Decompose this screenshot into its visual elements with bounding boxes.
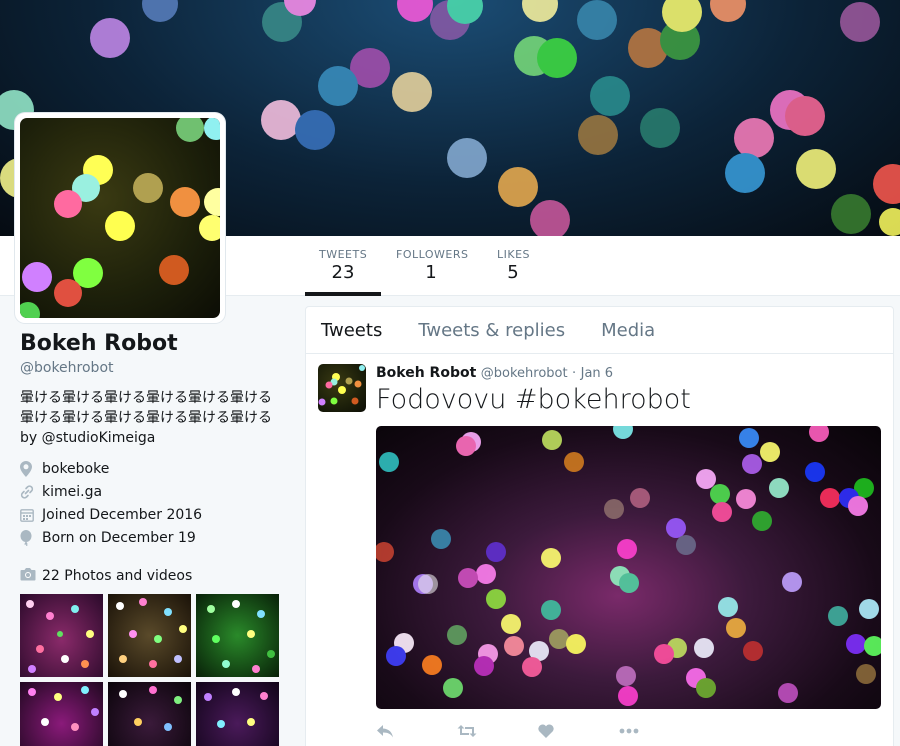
photos-label: 22 Photos and videos: [42, 568, 193, 584]
photos-header[interactable]: 22 Photos and videos: [20, 567, 192, 585]
tweet-separator: ·: [572, 366, 577, 381]
profile-joined: Joined December 2016: [20, 505, 290, 525]
calendar-icon: [20, 505, 42, 525]
location-text: bokeboke: [42, 461, 110, 477]
nav-stat-label: FOLLOWERS: [396, 248, 469, 261]
url-link[interactable]: kimei.ga: [42, 484, 102, 500]
profile-location: bokeboke: [20, 459, 290, 479]
tab-tweets[interactable]: Tweets: [321, 320, 382, 341]
tab-tweets-replies[interactable]: Tweets & replies: [418, 320, 565, 341]
nav-stat-followers[interactable]: FOLLOWERS 1: [382, 236, 480, 296]
born-text: Born on December 19: [42, 530, 196, 546]
joined-text: Joined December 2016: [42, 507, 203, 523]
photo-thumbnail[interactable]: [196, 594, 279, 677]
profile-born: Born on December 19: [20, 528, 290, 548]
tweet-author-handle[interactable]: @bokehrobot: [481, 366, 568, 381]
nav-stat-value: 5: [507, 262, 519, 283]
nav-stat-label: LIKES: [497, 248, 531, 261]
photo-thumbnail[interactable]: [196, 682, 279, 746]
nav-stat-value: 23: [331, 262, 355, 283]
profile-info: Bokeh Robot @bokehrobot 暈ける暈ける暈ける暈ける暈ける暈…: [20, 330, 290, 551]
tweet[interactable]: Bokeh Robot @bokehrobot · Jan 6 Fodovovu…: [306, 354, 893, 743]
tweet-timestamp[interactable]: Jan 6: [581, 366, 613, 381]
camera-icon: [20, 567, 42, 585]
profile-avatar[interactable]: [15, 113, 225, 323]
nav-stat-value: 1: [425, 262, 437, 283]
tweet-author-name[interactable]: Bokeh Robot: [376, 365, 476, 381]
photo-thumbnail[interactable]: [20, 682, 103, 746]
tweet-actions: [376, 719, 881, 743]
retweet-icon[interactable]: [457, 719, 538, 743]
profile-bio: 暈ける暈ける暈ける暈ける暈ける暈ける暈ける暈ける暈ける暈ける暈ける暈ける by …: [20, 390, 272, 446]
reply-icon[interactable]: [376, 719, 457, 743]
profile-name[interactable]: Bokeh Robot: [20, 330, 290, 358]
balloon-icon: [20, 528, 42, 548]
map-pin-icon: [20, 459, 42, 479]
nav-stat-label: TWEETS: [319, 248, 368, 261]
tweet-header: Bokeh Robot @bokehrobot · Jan 6: [376, 364, 881, 383]
nav-stat-tweets[interactable]: TWEETS 23: [305, 236, 381, 296]
timeline-tabs: Tweets Tweets & replies Media: [306, 307, 893, 354]
photo-thumbnail[interactable]: [108, 594, 191, 677]
profile-handle[interactable]: @bokehrobot: [20, 360, 290, 376]
tweet-avatar[interactable]: [318, 364, 366, 412]
like-icon[interactable]: [538, 719, 619, 743]
timeline: Tweets Tweets & replies Media Bokeh Robo…: [305, 306, 894, 746]
tab-media[interactable]: Media: [601, 320, 655, 341]
more-icon[interactable]: [619, 719, 700, 743]
photo-thumbnail[interactable]: [108, 682, 191, 746]
tweet-text: Fodovovu #bokehrobot: [376, 384, 691, 415]
nav-stat-likes[interactable]: LIKES 5: [483, 236, 543, 296]
link-icon: [20, 482, 42, 502]
avatar-image: [20, 118, 220, 318]
photo-thumbnail[interactable]: [20, 594, 103, 677]
tweet-media-image[interactable]: [376, 426, 881, 709]
profile-url: kimei.ga: [20, 482, 290, 502]
